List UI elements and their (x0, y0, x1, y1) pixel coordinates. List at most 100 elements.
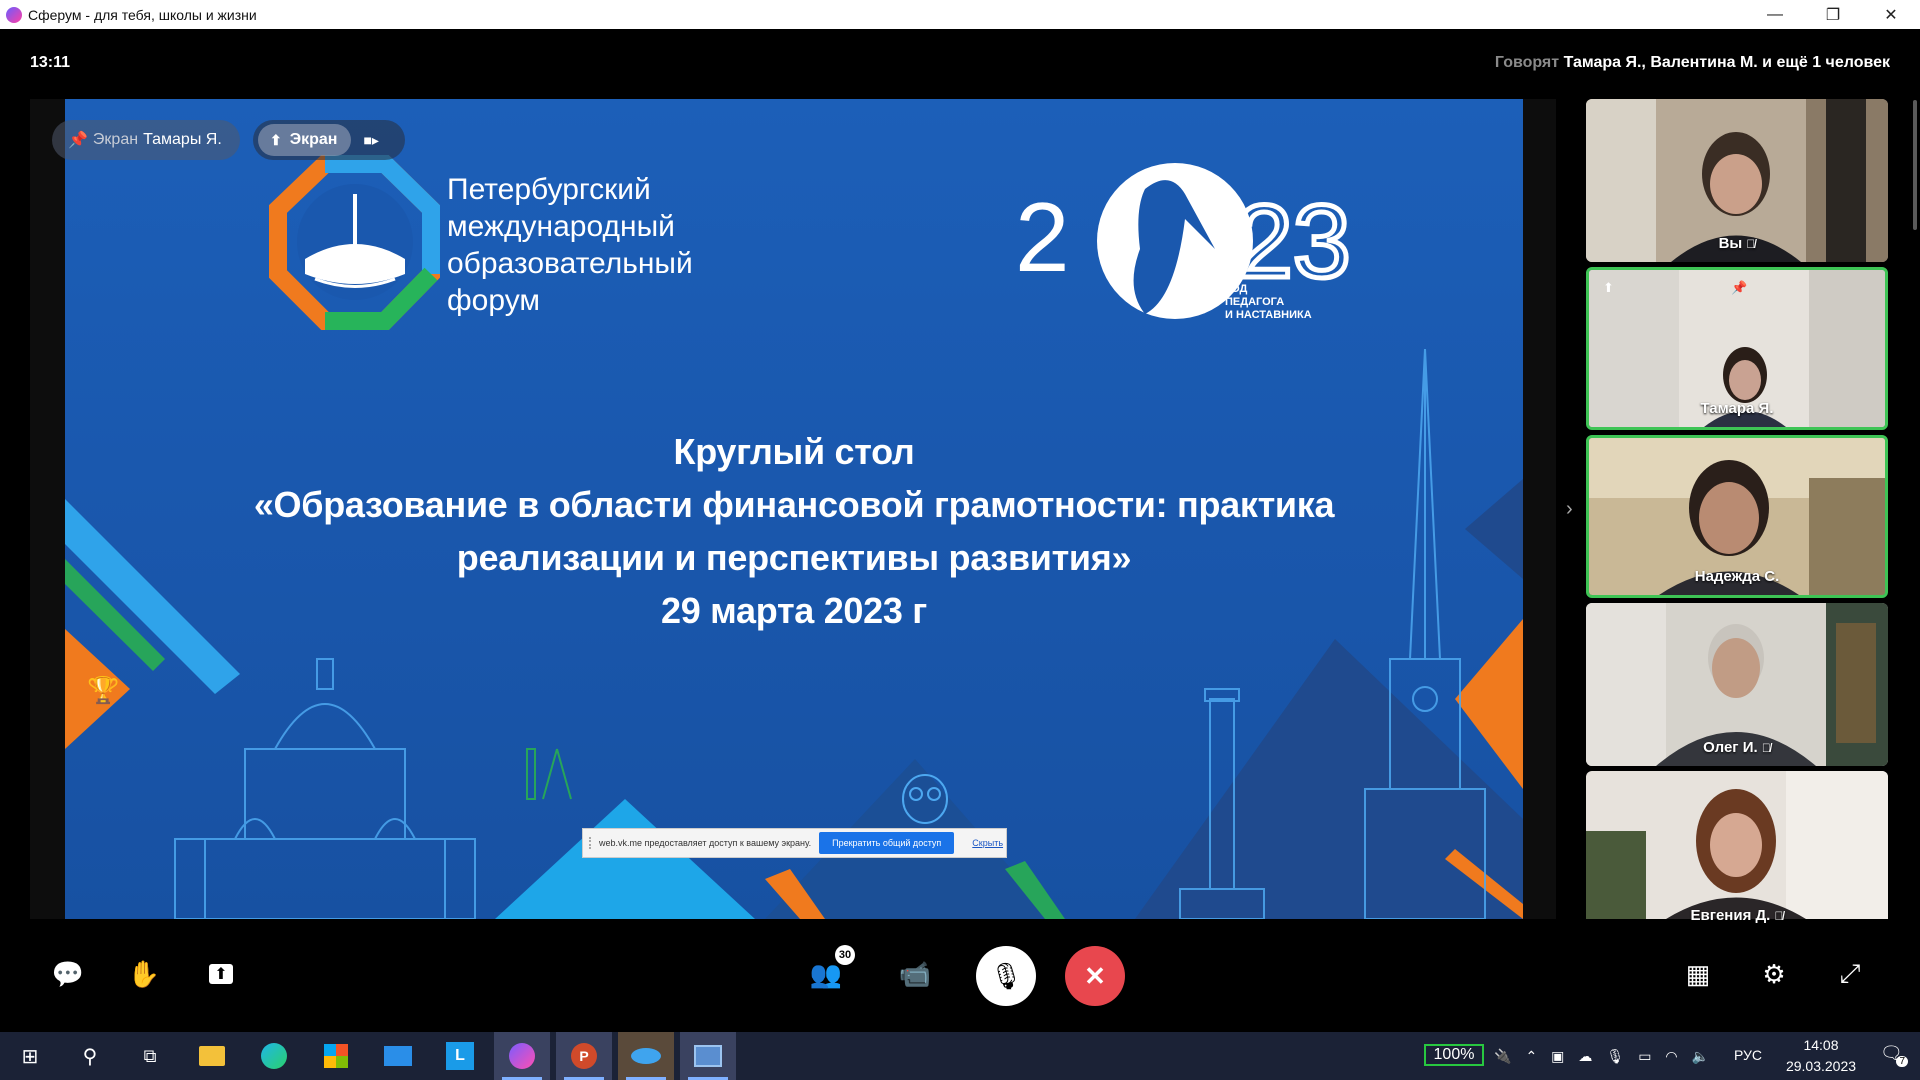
hide-link[interactable]: Скрыть (972, 838, 1003, 848)
taskbar-app[interactable] (618, 1032, 674, 1080)
forum-name: Петербургский международный образователь… (447, 171, 693, 319)
taskbar-screen-tool[interactable] (680, 1032, 736, 1080)
system-clock[interactable]: 14:08 29.03.2023 (1772, 1035, 1870, 1077)
taskbar-store[interactable] (308, 1032, 364, 1080)
microphone-button[interactable]: 🎙 (976, 946, 1036, 1006)
powerpoint-icon: P (571, 1043, 597, 1069)
scrollbar[interactable] (1913, 100, 1917, 230)
forum-line: Петербургский (447, 173, 651, 206)
participants-count-badge: 30 (835, 945, 855, 965)
clock-date: 29.03.2023 (1785, 1058, 1857, 1074)
heading-line: реализации и перспективы развития» (456, 537, 1132, 578)
participant-tile[interactable]: Вы 🎙̸ (1586, 99, 1888, 262)
end-call-button[interactable]: ✕ (1065, 946, 1125, 1006)
drag-handle[interactable] (589, 837, 593, 849)
grid-view-button[interactable]: ▦ (1670, 946, 1726, 1002)
slide-heading: Круглый стол «Образование в области фина… (65, 425, 1523, 637)
volume-icon[interactable]: 🔈 (1692, 1048, 1709, 1065)
window-titlebar: Сферум - для тебя, школы и жизни — ❐ ✕ (0, 0, 1920, 29)
window-controls: — ❐ ✕ (1746, 0, 1920, 29)
l-app-icon: L (446, 1042, 474, 1070)
orange-triangle (1455, 619, 1523, 789)
pinned-screen-pill[interactable]: 📌 Экран Тамары Я. (52, 120, 240, 160)
sferum-icon (509, 1043, 535, 1069)
shared-screen[interactable]: 🏆 2 23 Петербургский международный образ… (65, 99, 1523, 919)
notifications-button[interactable]: 🗨 7 (1880, 1043, 1908, 1067)
camera-button[interactable]: 📹 (887, 946, 943, 1002)
muted-mic-icon: 🎙̸ (1774, 909, 1784, 923)
participant-tile[interactable]: Евгения Д. 🎙̸ (1586, 771, 1888, 934)
taskbar-edge[interactable] (246, 1032, 302, 1080)
year-sub-line: ПЕДАГОГА (1225, 296, 1285, 308)
taskbar-explorer[interactable] (184, 1032, 240, 1080)
gear-icon: ⚙ (1762, 958, 1786, 989)
search-icon: ⚲ (82, 1045, 98, 1068)
chat-button[interactable]: 💬 (40, 946, 96, 1002)
microphone-icon[interactable]: 🎙 (1606, 1048, 1624, 1065)
cloud-icon[interactable]: ☁ (1578, 1048, 1592, 1065)
restore-button[interactable]: ❐ (1804, 0, 1862, 29)
settings-button[interactable]: ⚙ (1746, 946, 1802, 1002)
tray-icons: 🔌 ⌃ ▣ ☁ 🎙 ▭ ◠ 🔈 (1494, 1032, 1709, 1080)
edge-icon (261, 1043, 287, 1069)
muted-mic-icon: 🎙̸ (1761, 741, 1771, 755)
close-window-button[interactable]: ✕ (1862, 0, 1920, 29)
year-digit-2: 2 (1015, 182, 1070, 292)
app-icon (631, 1048, 661, 1064)
fullscreen-button[interactable]: ⤢ (1822, 946, 1878, 1002)
heading-line: «Образование в области финансовой грамот… (253, 484, 1335, 525)
year-subtitle: ГОД ПЕДАГОГА И НАСТАВНИКА (1225, 283, 1315, 322)
taskbar-l-app[interactable]: L (432, 1032, 488, 1080)
participant-tile[interactable]: Надежда С. (1586, 435, 1888, 598)
plug-icon[interactable]: 🔌 (1494, 1048, 1511, 1065)
device-icon[interactable]: ▣ (1551, 1048, 1564, 1065)
forum-line: международный (447, 210, 675, 243)
search-button[interactable]: ⚲ (62, 1032, 118, 1080)
task-view-button[interactable]: ⧉ (122, 1032, 178, 1080)
mail-icon (384, 1046, 412, 1066)
chevron-right-icon[interactable]: › (1566, 498, 1573, 521)
participant-name: Олег И. 🎙̸ (1703, 739, 1771, 756)
expand-icon: ⤢ (1839, 958, 1861, 988)
task-view-icon: ⧉ (143, 1045, 157, 1066)
screen-share-bar: web.vk.me предоставляет доступ к вашему … (582, 828, 1007, 858)
battery-icon[interactable]: ▭ (1638, 1048, 1651, 1065)
participant-tile[interactable]: ⬆ 📌 Тамара Я. (1586, 267, 1888, 430)
share-notice: web.vk.me предоставляет доступ к вашему … (599, 838, 812, 848)
participant-tile[interactable]: Олег И. 🎙̸ (1586, 603, 1888, 766)
screen-view-button[interactable]: ⬆ Экран (258, 124, 352, 156)
speaking-label: Говорят (1494, 54, 1560, 71)
participant-name: Тамара Я. (1700, 400, 1774, 417)
wifi-icon[interactable]: ◠ (1665, 1048, 1677, 1065)
language-indicator[interactable]: РУС (1734, 1047, 1762, 1063)
chat-icon: 💬 (51, 958, 85, 989)
taskbar-mail[interactable] (370, 1032, 426, 1080)
speaking-indicator: Говорят Тамара Я., Валентина М. и ещё 1 … (1495, 54, 1890, 72)
raise-hand-button[interactable]: ✋ (116, 946, 172, 1002)
notification-count: 7 (1896, 1056, 1908, 1067)
camera-icon: 📹 (898, 958, 932, 989)
camera-view-icon[interactable]: ■▸ (363, 132, 378, 149)
pin-icon[interactable]: 📌 (1731, 280, 1747, 296)
pin-icon: 📌 (68, 132, 88, 149)
dark-triangle (1135, 639, 1523, 919)
year-sub-line: ГОД (1225, 283, 1248, 295)
forum-logo (269, 155, 440, 330)
taskbar-sferum[interactable] (494, 1032, 550, 1080)
view-toggle-pill: ⬆ Экран ■▸ (253, 120, 405, 160)
chevron-up-icon[interactable]: ⌃ (1525, 1048, 1537, 1065)
app-icon (6, 6, 22, 23)
participant-name: Вы 🎙̸ (1718, 235, 1756, 252)
call-topbar: 13:11 Говорят Тамара Я., Валентина М. и … (0, 29, 1920, 95)
pinned-prefix: Экран (92, 131, 139, 148)
minimize-button[interactable]: — (1746, 0, 1804, 29)
share-screen-button[interactable]: ⬆ (193, 946, 249, 1002)
blue-triangle (495, 799, 755, 919)
participant-name: Евгения Д. 🎙̸ (1690, 907, 1784, 924)
start-button[interactable]: ⊞ (2, 1032, 58, 1080)
taskbar-powerpoint[interactable]: P (556, 1032, 612, 1080)
screen-view-label: Экран (289, 131, 338, 148)
ruler-compass-icon (526, 748, 572, 800)
stop-sharing-button[interactable]: Прекратить общий доступ (819, 832, 955, 854)
battery-indicator[interactable]: 100% (1424, 1044, 1484, 1066)
